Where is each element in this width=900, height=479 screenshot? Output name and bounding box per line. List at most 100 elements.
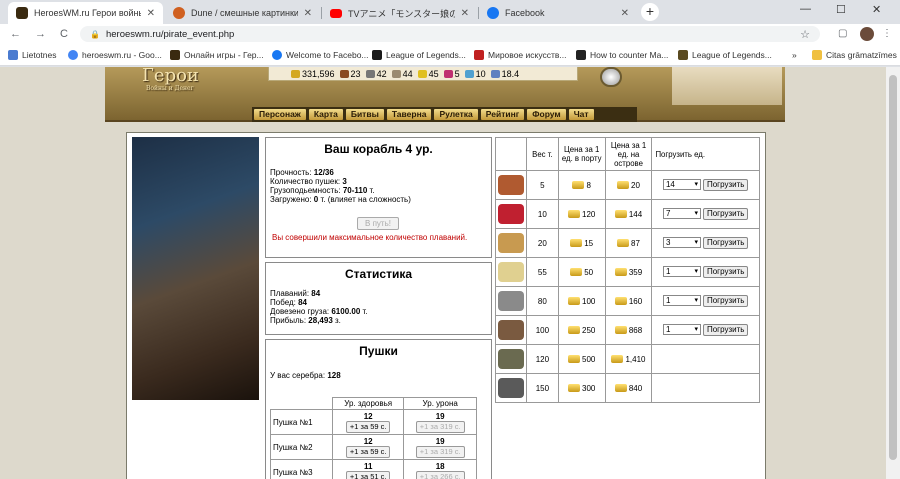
- scrollbar-thumb[interactable]: [889, 75, 897, 460]
- resource-gem: 10: [464, 69, 486, 79]
- quantity-select[interactable]: 1: [662, 324, 701, 335]
- menu-item-forum[interactable]: Форум: [527, 109, 566, 120]
- load-button[interactable]: Погрузить: [702, 324, 749, 336]
- resource-ore: 42: [365, 69, 387, 79]
- minimize-icon[interactable]: —: [800, 3, 811, 15]
- close-tab-icon[interactable]: ✕: [461, 8, 469, 19]
- cargo-row: 20 15 87 3Погрузить: [495, 228, 760, 258]
- dune-favicon-icon: [173, 7, 185, 19]
- reload-icon[interactable]: C: [60, 28, 68, 40]
- menu-item-character[interactable]: Персонаж: [254, 109, 306, 120]
- load-button[interactable]: Погрузить: [702, 208, 749, 220]
- gold-coin-icon: [568, 384, 580, 393]
- page-scrollbar[interactable]: [886, 67, 900, 479]
- gold-coin-icon: [570, 239, 583, 248]
- stat-wins: Побед: 84: [270, 298, 307, 307]
- cannons-value: 3: [342, 177, 347, 186]
- load-cell: 14Погрузить: [651, 170, 760, 200]
- quantity-select[interactable]: 3: [662, 237, 701, 248]
- sand-icon: [497, 262, 524, 282]
- sail-button[interactable]: В путь!: [357, 217, 399, 230]
- resource-gold: 331,596: [291, 69, 335, 79]
- load-button[interactable]: Погрузить: [702, 295, 749, 307]
- back-icon[interactable]: ←: [10, 28, 21, 40]
- upgrade-health-button[interactable]: +1 за 59 с.: [345, 420, 391, 433]
- resource-value: 45: [428, 68, 439, 79]
- cannons-table-header: Ур. здоровья Ур. урона: [271, 397, 477, 410]
- upgrade-health-button[interactable]: +1 за 59 с.: [345, 445, 391, 458]
- menu-item-rating[interactable]: Рейтинг: [480, 109, 525, 120]
- bookmark-league-2[interactable]: League of Legends...: [678, 50, 772, 60]
- tab-youtube[interactable]: TVアニメ「モンスター娘のお医者さん」 ✕: [322, 2, 477, 24]
- gold-coin-icon: [614, 384, 627, 393]
- quantity-select[interactable]: 14: [662, 179, 701, 190]
- close-tab-icon[interactable]: ✕: [304, 8, 312, 19]
- bookmark-facebook[interactable]: Welcome to Facebo...: [272, 50, 369, 60]
- bookmark-league-1[interactable]: League of Legends...: [372, 50, 466, 60]
- bookmark-other-bookmarks[interactable]: Citas grāmatzīmes: [812, 50, 897, 60]
- extensions-icon[interactable]: ▢: [838, 28, 847, 39]
- gold-coin-icon: [568, 326, 580, 335]
- bookmark-label: How to counter Ma...: [590, 50, 669, 60]
- wins-label: Побед:: [270, 298, 296, 307]
- menu-icon[interactable]: ⋮: [882, 28, 892, 39]
- load-button[interactable]: Погрузить: [702, 266, 749, 278]
- bookmark-heroeswm-google[interactable]: heroeswm.ru - Goo...: [68, 50, 162, 60]
- close-window-icon[interactable]: ✕: [872, 3, 881, 16]
- menu-item-chat[interactable]: Чат: [568, 109, 594, 120]
- health-level: 12: [363, 436, 373, 446]
- menu-item-roulette[interactable]: Рулетка: [434, 109, 478, 120]
- wine-icon: [497, 204, 524, 224]
- bookmarks-overflow-button[interactable]: »: [792, 50, 797, 60]
- quantity-select[interactable]: 7: [662, 208, 701, 219]
- quantity-select[interactable]: 1: [662, 295, 701, 306]
- bookmark-apps[interactable]: Lietotnes: [8, 50, 57, 60]
- gravel-icon: [497, 291, 524, 311]
- upgrade-damage-button[interactable]: +1 за 319 с.: [415, 445, 465, 458]
- cannon-row: Пушка №2 12 +1 за 59 с. 19 +1 за 319 с.: [270, 434, 477, 460]
- forward-icon[interactable]: →: [35, 28, 46, 40]
- island-price-cell: 359: [604, 257, 653, 287]
- island-price: 868: [628, 325, 643, 335]
- damage-level-header: Ур. урона: [403, 397, 477, 410]
- tab-facebook[interactable]: Facebook ✕: [479, 2, 637, 24]
- close-tab-icon[interactable]: ✕: [621, 8, 629, 19]
- silver-label: У вас серебра:: [270, 371, 326, 380]
- address-bar[interactable]: 🔒 heroeswm.ru/pirate_event.php ☆: [80, 26, 820, 42]
- tab-heroeswm[interactable]: HeroesWM.ru Герои войны и де ✕: [8, 2, 163, 24]
- game-logo[interactable]: Герои Войны и Денег: [142, 67, 214, 95]
- folder-icon: [812, 50, 822, 60]
- maximize-icon[interactable]: ☐: [836, 3, 846, 16]
- profit-label: Прибыль:: [270, 316, 307, 325]
- new-tab-button[interactable]: +: [641, 3, 659, 21]
- resource-diamond: 18.4: [490, 69, 519, 79]
- menu-item-map[interactable]: Карта: [308, 109, 343, 120]
- close-tab-icon[interactable]: ✕: [147, 8, 155, 19]
- tab-title: HeroesWM.ru Герои войны и де: [34, 8, 141, 18]
- empty-header-cell: [271, 398, 333, 410]
- cannon-name: Пушка №3: [270, 459, 333, 479]
- bookmark-label: Онлайн игры - Гер...: [184, 50, 264, 60]
- port-price: 8: [586, 180, 591, 190]
- load-button[interactable]: Погрузить: [702, 179, 749, 191]
- bookmark-star-icon[interactable]: ☆: [800, 28, 810, 41]
- gold-coin-icon: [568, 355, 580, 364]
- bookmark-how-to-counter[interactable]: How to counter Ma...: [576, 50, 668, 60]
- tab-dune[interactable]: Dune / смешные картинки и др ✕: [165, 2, 320, 24]
- upgrade-damage-button[interactable]: +1 за 319 с.: [415, 420, 465, 433]
- quantity-select[interactable]: 1: [662, 266, 701, 277]
- load-cell: 1Погрузить: [651, 315, 760, 345]
- load-cell: 1Погрузить: [651, 257, 760, 287]
- upgrade-health-button[interactable]: +1 за 51 с.: [345, 470, 391, 479]
- upgrade-damage-button[interactable]: +1 за 266 с.: [415, 470, 465, 479]
- damage-level: 19: [435, 411, 445, 421]
- bookmark-online-games[interactable]: Онлайн игры - Гер...: [170, 50, 264, 60]
- menu-item-battles[interactable]: Битвы: [345, 109, 384, 120]
- load-button[interactable]: Погрузить: [702, 237, 749, 249]
- profile-avatar[interactable]: [860, 27, 874, 41]
- menu-item-tavern[interactable]: Таверна: [386, 109, 432, 120]
- load-header: Погрузить ед.: [651, 137, 760, 171]
- bookmark-world-art[interactable]: Мировое искусств...: [474, 50, 566, 60]
- goods-cell: [495, 373, 527, 403]
- loaded-value: 0: [313, 195, 319, 204]
